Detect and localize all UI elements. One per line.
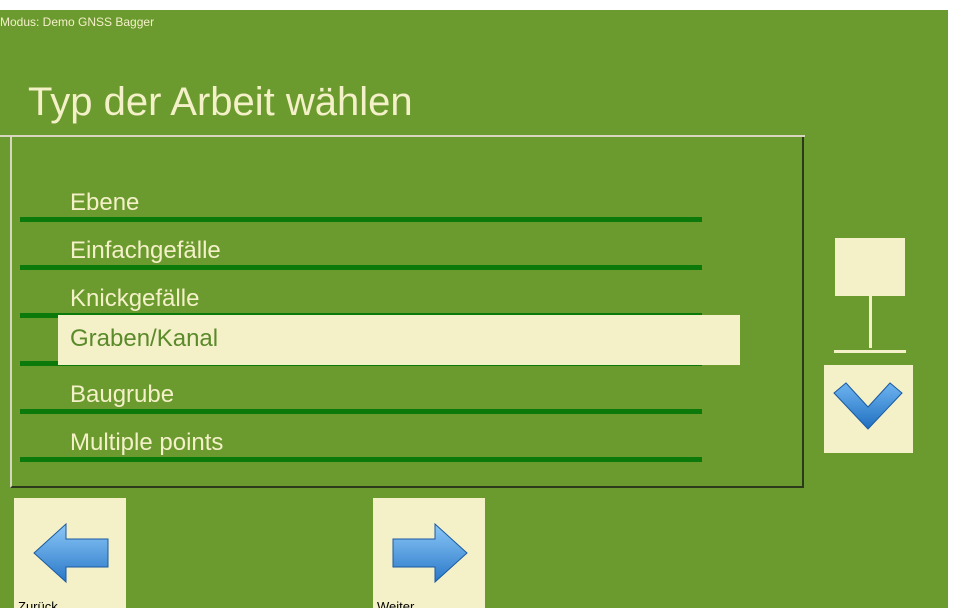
list-item-ebene[interactable]: Ebene [20,174,702,222]
main-panel: Modus: Demo GNSS Bagger Typ der Arbeit w… [0,10,948,608]
scroll-down-button[interactable] [824,365,913,453]
list-divider [20,457,702,462]
work-type-list: Ebene Einfachgefälle Knickgefälle Graben… [10,137,804,488]
arrow-right-icon [392,522,468,584]
arrow-left-icon [33,522,109,584]
back-button[interactable]: Zurück [14,498,126,608]
list-item-label: Baugrube [70,381,175,408]
list-item-label: Einfachgefälle [70,237,221,264]
scrollbar-track [869,296,872,348]
scrollbar-track-end [834,350,906,353]
list-item-multiple-points[interactable]: Multiple points [20,414,702,462]
next-button[interactable]: Weiter [373,498,485,608]
screen: Modus: Demo GNSS Bagger Typ der Arbeit w… [0,0,963,608]
page-title: Typ der Arbeit wählen [28,80,413,124]
list-item-label: Knickgefälle [70,285,200,312]
back-button-label: Zurück [18,599,58,608]
scrollbar-thumb[interactable] [835,238,905,296]
list-item-einfachgefaelle[interactable]: Einfachgefälle [20,222,702,270]
mode-status: Modus: Demo GNSS Bagger [0,15,155,29]
list-item-label: Multiple points [70,429,224,456]
list-item-baugrube[interactable]: Baugrube [20,366,702,414]
list-item-knickgefaelle[interactable]: Knickgefälle [20,270,702,318]
next-button-label: Weiter [377,599,415,608]
list-item-label: Ebene [70,189,140,216]
list-item-graben-kanal[interactable]: Graben/Kanal [58,315,740,365]
list-item-label-selected: Graben/Kanal [70,325,219,352]
chevron-down-icon [833,382,903,430]
